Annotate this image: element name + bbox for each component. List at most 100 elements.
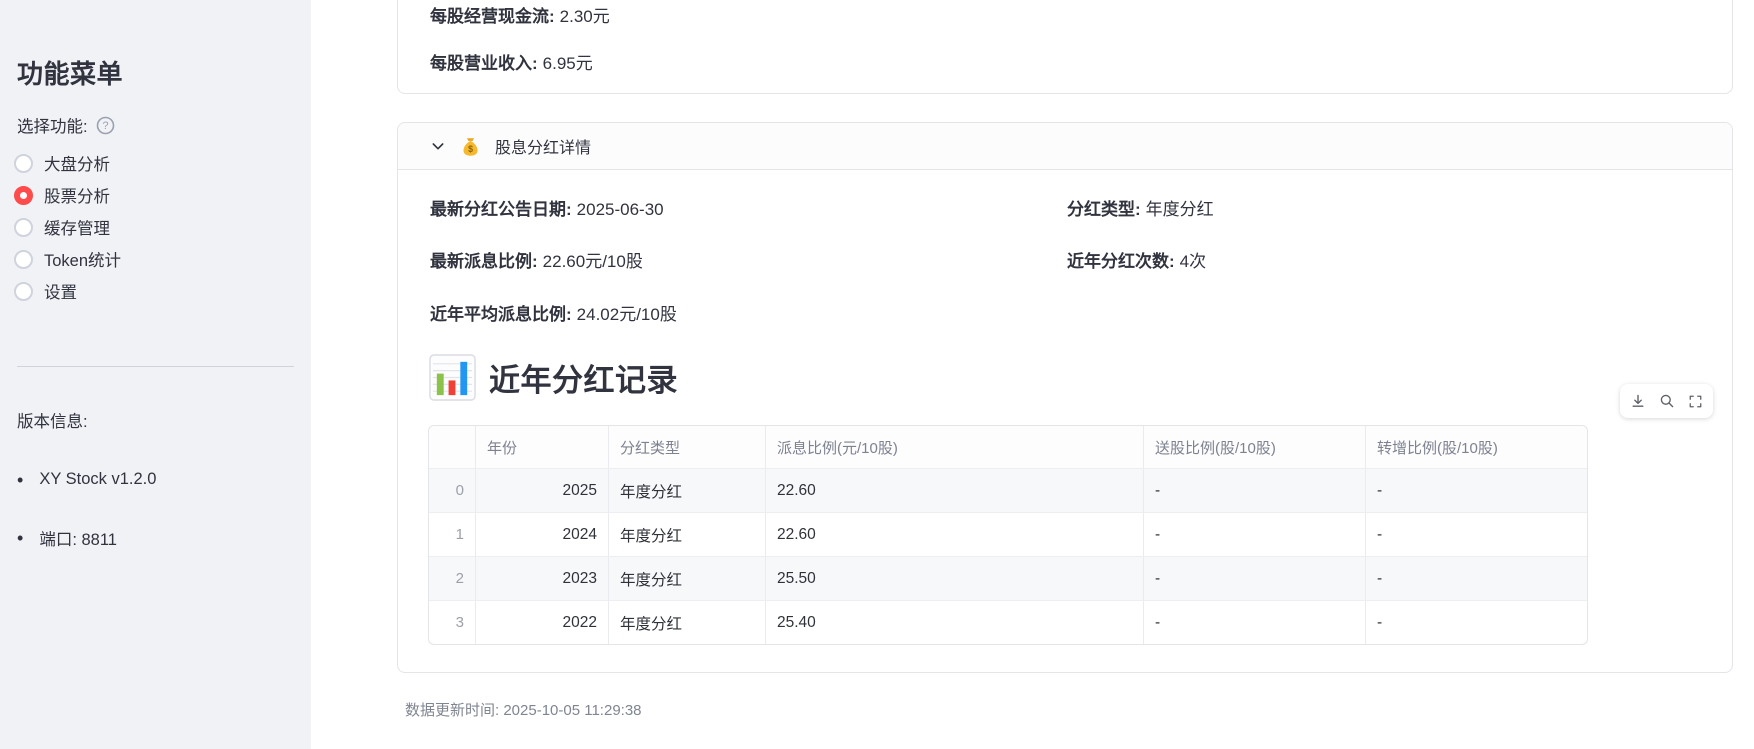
cell-type: 年度分红	[608, 513, 765, 556]
cell-transfer: -	[1365, 557, 1587, 600]
dividend-expander-header[interactable]: $ 股息分红详情	[398, 123, 1732, 170]
help-icon[interactable]: ?	[96, 116, 115, 135]
table-toolbar	[1620, 384, 1713, 418]
detail-label: 近年分红次数:	[1067, 252, 1175, 271]
cell-year: 2023	[475, 557, 608, 600]
cell-transfer: -	[1365, 513, 1587, 556]
column-header-type[interactable]: 分红类型	[608, 426, 765, 468]
cell-payout: 25.50	[765, 557, 1143, 600]
radio-icon	[14, 154, 33, 173]
radio-label: Token统计	[44, 247, 121, 271]
fullscreen-icon[interactable]	[1688, 394, 1703, 409]
detail-label: 分红类型:	[1067, 200, 1141, 219]
cell-year: 2022	[475, 601, 608, 644]
radio-label: 股票分析	[44, 183, 110, 207]
column-header-index[interactable]	[429, 426, 475, 468]
cell-payout: 22.60	[765, 513, 1143, 556]
cell-index: 2	[429, 557, 475, 600]
detail-value: 22.60元/10股	[543, 252, 643, 271]
radio-checked-icon	[14, 186, 33, 205]
records-heading-text: 近年分红记录	[489, 355, 678, 400]
detail-latest-announce-date: 最新分红公告日期: 2025-06-30	[430, 195, 664, 220]
cell-bonus: -	[1143, 601, 1365, 644]
cell-index: 0	[429, 469, 475, 512]
data-update-caption: 数据更新时间: 2025-10-05 11:29:38	[405, 699, 642, 720]
detail-label: 最新派息比例:	[430, 252, 538, 271]
radio-option-cache-management[interactable]: 缓存管理	[14, 211, 121, 243]
column-header-transfer[interactable]: 转增比例(股/10股)	[1365, 426, 1587, 468]
column-header-year[interactable]: 年份	[475, 426, 608, 468]
radio-label: 缓存管理	[44, 215, 110, 239]
cell-year: 2025	[475, 469, 608, 512]
metric-revenue-per-share: 每股营业收入: 6.95元	[430, 49, 593, 74]
table-row: 1 2024 年度分红 22.60 - -	[429, 512, 1587, 556]
app-root: 功能菜单 选择功能: ? 大盘分析 股票分析 缓存管理 T	[0, 0, 1754, 749]
cell-transfer: -	[1365, 469, 1587, 512]
metric-label: 每股经营现金流:	[430, 7, 555, 26]
table-row: 0 2025 年度分红 22.60 - -	[429, 468, 1587, 512]
metric-operating-cashflow: 每股经营现金流: 2.30元	[430, 2, 610, 27]
version-item-label: 端口: 8811	[39, 526, 117, 550]
svg-text:$: $	[468, 144, 473, 154]
money-bag-icon: $	[460, 136, 481, 157]
select-function-row: 选择功能: ?	[17, 113, 115, 137]
search-icon[interactable]	[1659, 393, 1675, 409]
radio-icon	[14, 250, 33, 269]
detail-dividend-type: 分红类型: 年度分红	[1067, 195, 1214, 220]
radio-option-token-stats[interactable]: Token统计	[14, 243, 121, 275]
cell-index: 3	[429, 601, 475, 644]
cell-year: 2024	[475, 513, 608, 556]
sidebar-divider	[17, 366, 294, 367]
detail-value: 年度分红	[1146, 200, 1214, 219]
cell-payout: 25.40	[765, 601, 1143, 644]
radio-option-market-analysis[interactable]: 大盘分析	[14, 147, 121, 179]
cell-transfer: -	[1365, 601, 1587, 644]
bullet-icon: •	[17, 529, 23, 547]
detail-label: 最新分红公告日期:	[430, 200, 572, 219]
radio-icon	[14, 218, 33, 237]
detail-dividend-count: 近年分红次数: 4次	[1067, 247, 1206, 272]
detail-label: 近年平均派息比例:	[430, 305, 572, 324]
table-header-row: 年份 分红类型 派息比例(元/10股) 送股比例(股/10股) 转增比例(股/1…	[429, 426, 1587, 468]
metric-value: 2.30元	[560, 7, 610, 26]
version-info-title: 版本信息:	[17, 408, 88, 432]
version-item-label: XY Stock v1.2.0	[39, 470, 156, 489]
dividend-expander-title: 股息分红详情	[495, 134, 591, 158]
detail-latest-payout-ratio: 最新派息比例: 22.60元/10股	[430, 247, 643, 272]
column-header-payout[interactable]: 派息比例(元/10股)	[765, 426, 1143, 468]
bullet-icon: •	[17, 471, 23, 489]
cell-type: 年度分红	[608, 469, 765, 512]
cell-bonus: -	[1143, 513, 1365, 556]
chevron-down-icon	[430, 138, 446, 154]
cell-payout: 22.60	[765, 469, 1143, 512]
metric-value: 6.95元	[543, 54, 593, 73]
cell-index: 1	[429, 513, 475, 556]
records-heading: 近年分红记录	[429, 354, 678, 401]
detail-average-payout-ratio: 近年平均派息比例: 24.02元/10股	[430, 300, 677, 325]
detail-value: 2025-06-30	[577, 200, 664, 219]
metric-label: 每股营业收入:	[430, 54, 538, 73]
radio-label: 设置	[44, 279, 77, 303]
sidebar-title: 功能菜单	[17, 54, 123, 91]
download-icon[interactable]	[1630, 393, 1646, 409]
column-header-bonus[interactable]: 送股比例(股/10股)	[1143, 426, 1365, 468]
cell-type: 年度分红	[608, 557, 765, 600]
cell-bonus: -	[1143, 469, 1365, 512]
function-radio-group: 大盘分析 股票分析 缓存管理 Token统计 设置	[14, 147, 121, 307]
radio-option-settings[interactable]: 设置	[14, 275, 121, 307]
detail-value: 4次	[1180, 252, 1206, 271]
table-row: 3 2022 年度分红 25.40 - -	[429, 600, 1587, 644]
dividend-records-table[interactable]: 年份 分红类型 派息比例(元/10股) 送股比例(股/10股) 转增比例(股/1…	[428, 425, 1588, 645]
version-item-port: • 端口: 8811	[17, 526, 117, 550]
sidebar: 功能菜单 选择功能: ? 大盘分析 股票分析 缓存管理 T	[0, 0, 311, 749]
svg-text:?: ?	[102, 120, 108, 132]
cell-bonus: -	[1143, 557, 1365, 600]
radio-label: 大盘分析	[44, 151, 110, 175]
table-row: 2 2023 年度分红 25.50 - -	[429, 556, 1587, 600]
bar-chart-icon	[429, 354, 476, 401]
cell-type: 年度分红	[608, 601, 765, 644]
select-function-label: 选择功能:	[17, 113, 88, 137]
detail-value: 24.02元/10股	[577, 305, 677, 324]
radio-option-stock-analysis[interactable]: 股票分析	[14, 179, 121, 211]
version-item-app: • XY Stock v1.2.0	[17, 470, 156, 489]
